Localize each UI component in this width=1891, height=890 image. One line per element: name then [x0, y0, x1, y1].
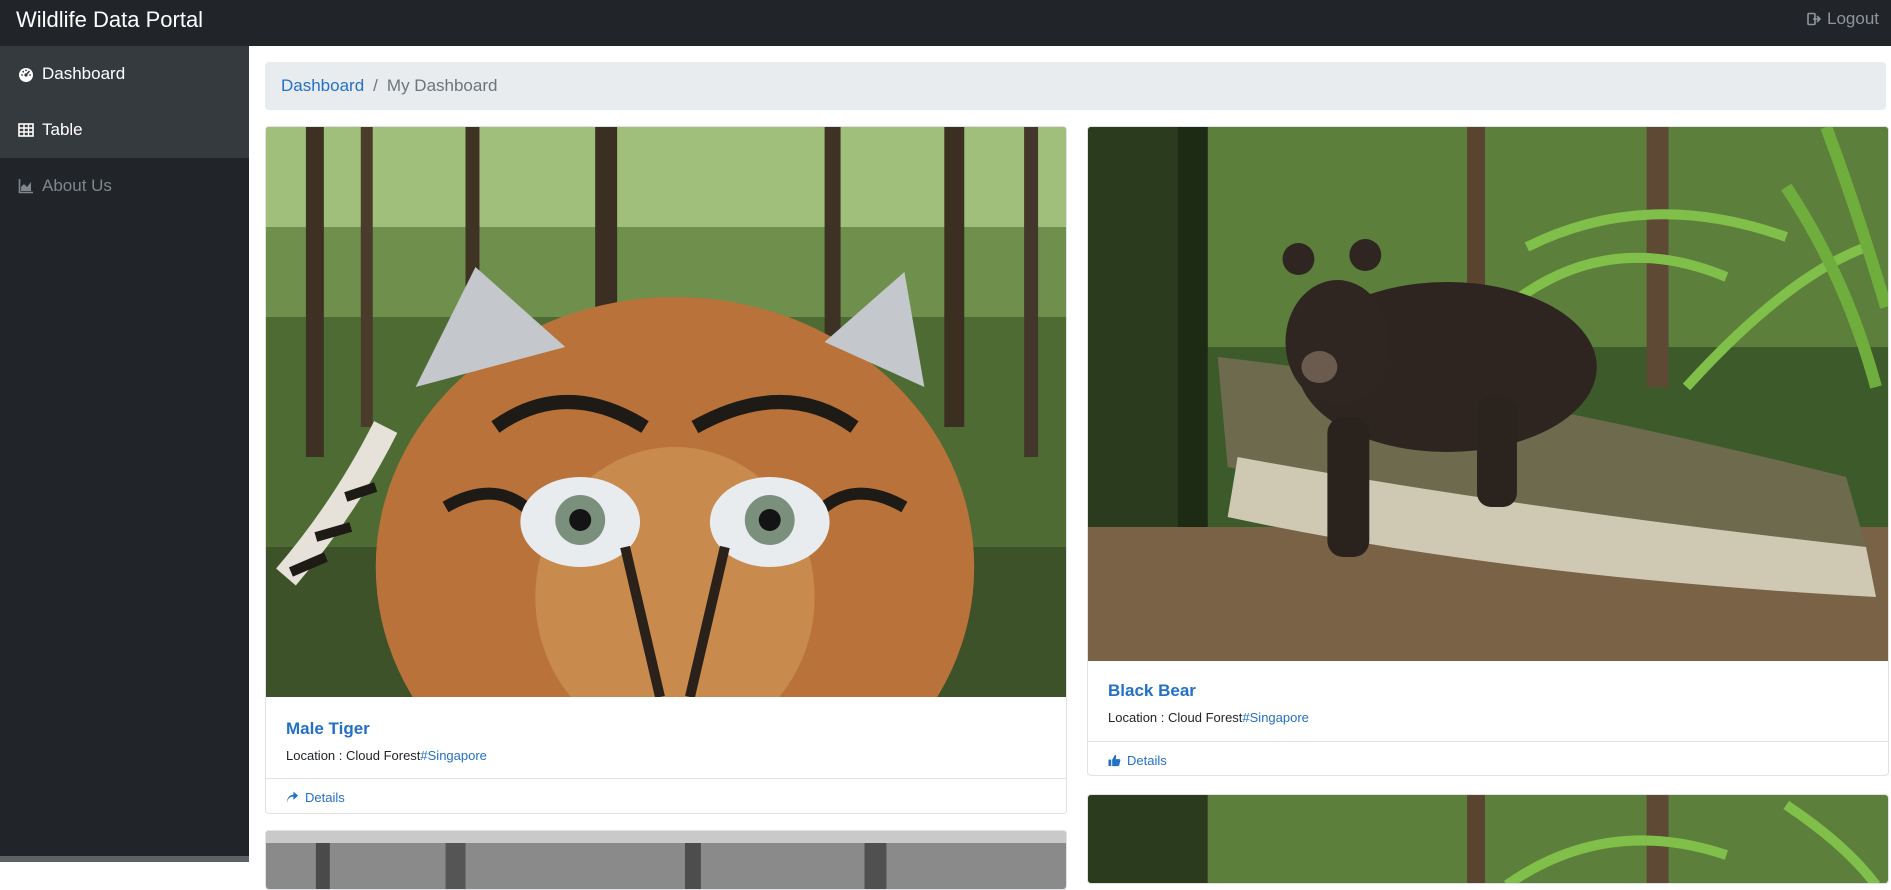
tachometer-icon [19, 68, 33, 82]
details-label: Details [305, 790, 345, 805]
sidebar-item-about-us[interactable]: About Us [0, 158, 249, 214]
card-title[interactable]: Male Tiger [286, 719, 370, 739]
card-divider [266, 778, 1066, 779]
animal-photo[interactable] [266, 831, 1066, 890]
breadcrumb: Dashboard / My Dashboard [265, 62, 1886, 110]
sign-out-icon [1807, 12, 1821, 26]
black-bear-photo[interactable] [1088, 127, 1888, 661]
location-text: Location : Cloud Forest [1108, 710, 1243, 725]
logout-button[interactable]: Logout [1807, 0, 1879, 38]
details-link[interactable]: Details [1108, 753, 1167, 768]
breadcrumb-separator: / [373, 76, 378, 95]
breadcrumb-dashboard-link[interactable]: Dashboard [281, 76, 364, 96]
breadcrumb-current: My Dashboard [386, 76, 498, 95]
sidebar-item-label: Table [42, 120, 83, 139]
table-icon [18, 123, 34, 137]
sidebar-item-label: Dashboard [42, 64, 126, 83]
sidebar: Dashboard Table About Us [0, 46, 249, 862]
card-title[interactable]: Black Bear [1108, 681, 1196, 701]
share-icon [286, 791, 299, 804]
animal-photo[interactable] [1088, 795, 1888, 884]
sidebar-scrollbar[interactable] [0, 856, 249, 862]
location-tag-link[interactable]: #Singapore [1242, 710, 1309, 725]
area-chart-icon [18, 179, 33, 194]
sidebar-item-label: About Us [42, 176, 112, 195]
card-partial-right [1087, 794, 1889, 884]
card-location: Location : Cloud Forest#Singapore [286, 748, 487, 763]
details-label: Details [1127, 753, 1167, 768]
card-location: Location : Cloud Forest#Singapore [1108, 710, 1309, 725]
logout-label: Logout [1827, 9, 1879, 28]
card-black-bear: Black Bear Location : Cloud Forest#Singa… [1087, 126, 1889, 776]
card-male-tiger: Male Tiger Location : Cloud Forest#Singa… [265, 126, 1067, 814]
sidebar-item-dashboard[interactable]: Dashboard [0, 46, 249, 102]
app-title[interactable]: Wildlife Data Portal [16, 0, 203, 40]
sidebar-item-table[interactable]: Table [0, 102, 249, 158]
details-link[interactable]: Details [286, 790, 345, 805]
thumbs-up-icon [1108, 754, 1121, 767]
card-divider [1088, 741, 1888, 742]
location-text: Location : Cloud Forest [286, 748, 421, 763]
tiger-photo[interactable] [266, 127, 1066, 697]
card-partial-left [265, 830, 1067, 890]
top-navbar: Wildlife Data Portal Logout [0, 0, 1891, 46]
location-tag-link[interactable]: #Singapore [420, 748, 487, 763]
